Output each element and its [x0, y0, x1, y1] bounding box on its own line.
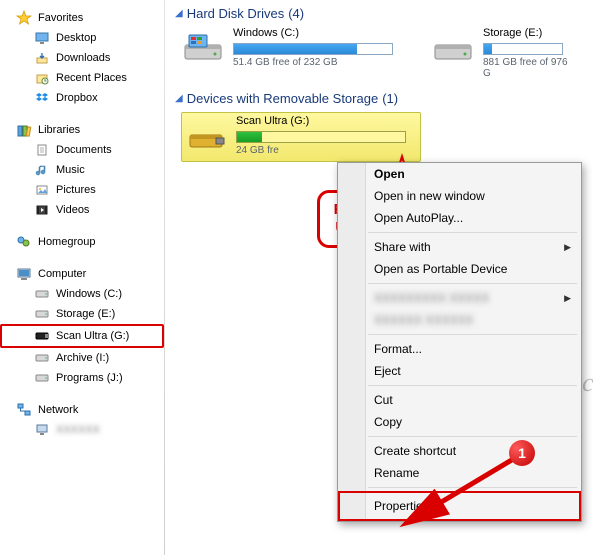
- menu-copy[interactable]: Copy: [338, 411, 581, 433]
- sidebar-item-e[interactable]: Storage (E:): [0, 304, 164, 324]
- sidebar-item-videos[interactable]: Videos: [0, 200, 164, 220]
- collapse-icon: ◢: [175, 93, 183, 104]
- drive-e-label: Storage (E:): [483, 27, 571, 43]
- pictures-icon: [34, 182, 50, 198]
- dropbox-icon: [34, 90, 50, 106]
- desktop-icon: [34, 30, 50, 46]
- drive-c-free: 51.4 GB free of 232 GB: [233, 55, 421, 68]
- drive-g-bar: [236, 131, 406, 143]
- section-hdd[interactable]: ◢ Hard Disk Drives (4): [173, 4, 593, 27]
- computer-header[interactable]: Computer: [0, 264, 164, 284]
- menu-share-with[interactable]: Share with▶: [338, 236, 581, 258]
- drive-g-label: Scan Ultra (G:): [236, 115, 418, 131]
- section-hdd-title: Hard Disk Drives: [187, 6, 285, 21]
- music-icon: [34, 162, 50, 178]
- menu-open-autoplay[interactable]: Open AutoPlay...: [338, 207, 581, 229]
- menu-hidden-1[interactable]: XXXXXXXXX XXXXX▶: [338, 287, 581, 309]
- drive-e-free: 881 GB free of 976 G: [483, 55, 571, 79]
- drive-icon: [34, 306, 50, 322]
- sidebar-item-pictures[interactable]: Pictures: [0, 180, 164, 200]
- sidebar-item-network-pc[interactable]: XXXXXX: [0, 420, 164, 440]
- document-icon: [34, 142, 50, 158]
- homegroup-header[interactable]: Homegroup: [0, 232, 164, 252]
- libraries-icon: [16, 122, 32, 138]
- sidebar-item-recent[interactable]: Recent Places: [0, 68, 164, 88]
- annotation-arrow: [390, 450, 560, 540]
- usb-drive-icon: [34, 328, 50, 344]
- drive-g[interactable]: Scan Ultra (G:) 24 GB fre: [181, 112, 421, 162]
- drive-c[interactable]: Windows (C:) 51.4 GB free of 232 GB: [181, 27, 421, 79]
- menu-open-new-window[interactable]: Open in new window: [338, 185, 581, 207]
- network-label: Network: [38, 404, 78, 416]
- drive-icon: [34, 286, 50, 302]
- videos-icon: [34, 202, 50, 218]
- drive-c-bar: [233, 43, 393, 55]
- section-removable-count: (1): [382, 91, 398, 106]
- submenu-arrow-icon: ▶: [564, 293, 571, 304]
- sidebar-item-documents[interactable]: Documents: [0, 140, 164, 160]
- menu-cut[interactable]: Cut: [338, 389, 581, 411]
- libraries-header[interactable]: Libraries: [0, 120, 164, 140]
- section-removable-title: Devices with Removable Storage: [187, 91, 378, 106]
- network-icon: [16, 402, 32, 418]
- homegroup-label: Homegroup: [38, 236, 95, 248]
- submenu-arrow-icon: ▶: [564, 242, 571, 253]
- sidebar-item-j[interactable]: Programs (J:): [0, 368, 164, 388]
- usb-drive-icon: [184, 115, 228, 159]
- menu-open-portable[interactable]: Open as Portable Device: [338, 258, 581, 280]
- drive-icon: [34, 350, 50, 366]
- favorites-label: Favorites: [38, 12, 83, 24]
- hdd-icon: [181, 27, 225, 71]
- sidebar-item-music[interactable]: Music: [0, 160, 164, 180]
- annotation-badge-1: 1: [509, 440, 535, 466]
- menu-eject[interactable]: Eject: [338, 360, 581, 382]
- sidebar-item-desktop[interactable]: Desktop: [0, 28, 164, 48]
- star-icon: [16, 10, 32, 26]
- drive-e[interactable]: Storage (E:) 881 GB free of 976 G: [431, 27, 571, 79]
- menu-open[interactable]: Open: [338, 163, 581, 185]
- menu-format[interactable]: Format...: [338, 338, 581, 360]
- computer-label: Computer: [38, 268, 86, 280]
- menu-hidden-2[interactable]: XXXXXX XXXXXX: [338, 309, 581, 331]
- sidebar-item-i[interactable]: Archive (I:): [0, 348, 164, 368]
- section-hdd-count: (4): [288, 6, 304, 21]
- sidebar-item-g[interactable]: Scan Ultra (G:): [0, 324, 164, 348]
- network-header[interactable]: Network: [0, 400, 164, 420]
- recent-icon: [34, 70, 50, 86]
- sidebar-item-c[interactable]: Windows (C:): [0, 284, 164, 304]
- favorites-header[interactable]: Favorites: [0, 8, 164, 28]
- hdd-icon: [431, 27, 475, 71]
- libraries-label: Libraries: [38, 124, 80, 136]
- drive-e-bar: [483, 43, 563, 55]
- homegroup-icon: [16, 234, 32, 250]
- computer-icon: [34, 422, 50, 438]
- navigation-pane: Favorites Desktop Downloads Recent Place…: [0, 0, 165, 555]
- sidebar-item-downloads[interactable]: Downloads: [0, 48, 164, 68]
- section-removable[interactable]: ◢ Devices with Removable Storage (1): [173, 89, 593, 112]
- download-icon: [34, 50, 50, 66]
- collapse-icon: ◢: [175, 8, 183, 19]
- drive-icon: [34, 370, 50, 386]
- drive-c-label: Windows (C:): [233, 27, 421, 43]
- computer-icon: [16, 266, 32, 282]
- sidebar-item-dropbox[interactable]: Dropbox: [0, 88, 164, 108]
